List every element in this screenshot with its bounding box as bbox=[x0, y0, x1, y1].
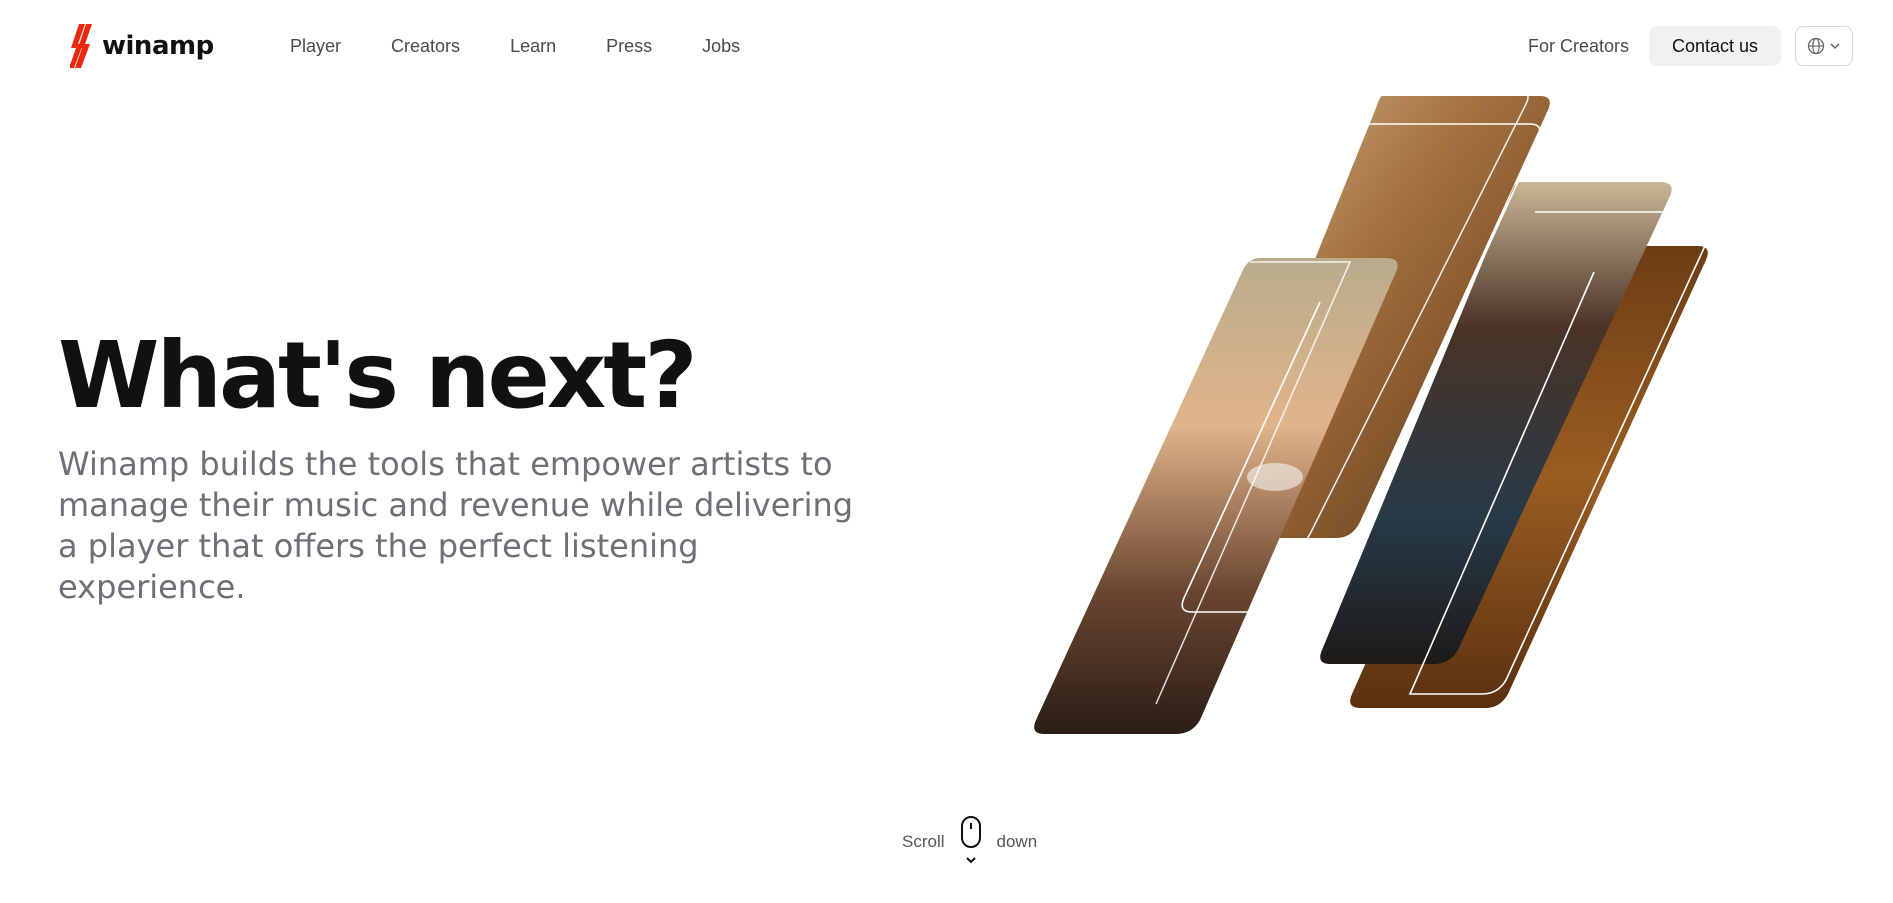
site-header: winamp Player Creators Learn Press Jobs … bbox=[0, 0, 1893, 92]
mouse-icon bbox=[959, 815, 983, 869]
page: winamp Player Creators Learn Press Jobs … bbox=[0, 0, 1893, 903]
hero-photo-collage bbox=[1020, 92, 1760, 812]
scroll-down-hint[interactable]: Scroll down bbox=[902, 815, 1037, 869]
winamp-bolt-icon bbox=[70, 24, 92, 68]
nav-item-player[interactable]: Player bbox=[290, 34, 341, 58]
nav-item-press[interactable]: Press bbox=[606, 34, 652, 58]
down-label: down bbox=[996, 832, 1038, 851]
nav-item-creators[interactable]: Creators bbox=[391, 34, 460, 58]
chevron-down-icon bbox=[1830, 43, 1840, 50]
hero-subtitle: Winamp builds the tools that empower art… bbox=[58, 445, 854, 606]
contact-us-button[interactable]: Contact us bbox=[1649, 26, 1781, 66]
nav-item-learn[interactable]: Learn bbox=[510, 34, 556, 58]
nav-item-jobs[interactable]: Jobs bbox=[702, 34, 740, 58]
language-selector-button[interactable] bbox=[1795, 26, 1853, 66]
globe-icon bbox=[1807, 37, 1825, 55]
main-nav: Player Creators Learn Press Jobs bbox=[290, 34, 790, 58]
hero-title: What's next? bbox=[58, 322, 698, 429]
for-creators-link[interactable]: For Creators bbox=[1528, 34, 1629, 58]
scroll-label: Scroll bbox=[902, 832, 945, 851]
winamp-logo[interactable]: winamp bbox=[70, 24, 214, 68]
brand-name: winamp bbox=[102, 31, 214, 61]
